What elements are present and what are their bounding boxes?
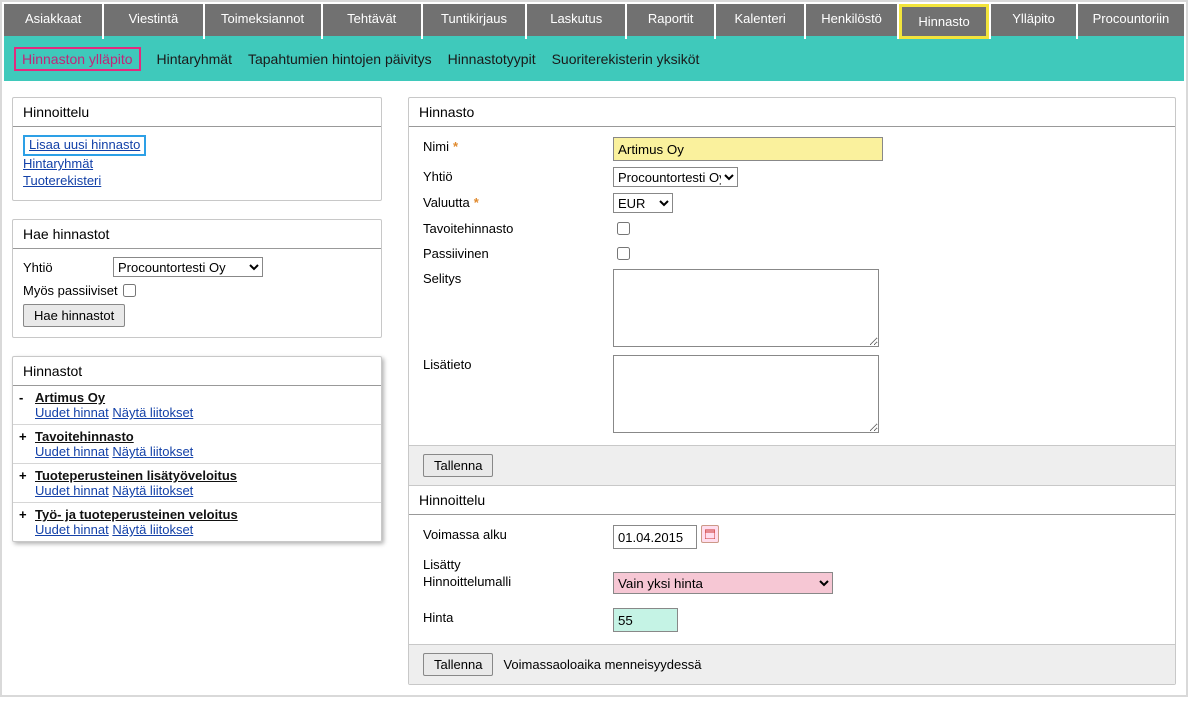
yhtio-select[interactable]: Procountortesti Oy — [613, 167, 738, 187]
tab-tehtävät[interactable]: Tehtävät — [323, 4, 421, 39]
valuutta-select[interactable]: EUR — [613, 193, 673, 213]
valuutta-label: Valuutta — [423, 195, 470, 210]
panel-hinnastot: Hinnastot -Artimus OyUudet hinnat Näytä … — [12, 356, 382, 542]
panel-hae-title: Hae hinnastot — [13, 220, 381, 249]
form-header: Hinnasto — [409, 98, 1175, 127]
hinnasto-title[interactable]: Työ- ja tuoteperusteinen veloitus — [35, 507, 238, 522]
panel-hinnoittelu: Hinnoittelu Lisaa uusi hinnasto Hintaryhm… — [12, 97, 382, 201]
hae-passive-checkbox[interactable] — [123, 284, 136, 297]
lisatieto-label: Lisätieto — [423, 355, 613, 433]
tab-kalenteri[interactable]: Kalenteri — [716, 4, 804, 39]
tavoite-checkbox[interactable] — [617, 222, 630, 235]
voimassa-label: Voimassa alku — [423, 525, 613, 549]
panel-hae-hinnastot: Hae hinnastot Yhtiö Procountortesti Oy M… — [12, 219, 382, 338]
hinnasto-row: -Artimus OyUudet hinnat Näytä liitokset — [13, 386, 381, 425]
subnav-suoriterekisterin-yksiköt[interactable]: Suoriterekisterin yksiköt — [552, 51, 700, 67]
hae-yhtio-select[interactable]: Procountortesti Oy — [113, 257, 263, 277]
lisatieto-textarea[interactable] — [613, 355, 879, 433]
hae-passive-label: Myös passiiviset — [23, 283, 119, 298]
hinnasto-title[interactable]: Tavoitehinnasto — [35, 429, 193, 444]
expand-icon[interactable]: + — [19, 507, 29, 537]
selitys-textarea[interactable] — [613, 269, 879, 347]
yhtio-label: Yhtiö — [423, 167, 613, 187]
link-hintaryhmät[interactable]: Hintaryhmät — [23, 156, 371, 171]
hinnasto-row: + Tuoteperusteinen lisätyöveloitusUudet h… — [13, 464, 381, 503]
tab-procountoriin[interactable]: Procountoriin — [1078, 4, 1184, 39]
link-nayta-liitokset[interactable]: Näytä liitokset — [112, 405, 193, 420]
tab-hinnasto[interactable]: Hinnasto — [899, 4, 990, 39]
expand-icon[interactable]: + — [19, 429, 29, 459]
hae-button[interactable]: Hae hinnastot — [23, 304, 125, 327]
hinnasto-row: + TavoitehinnastoUudet hinnat Näytä liito… — [13, 425, 381, 464]
panel-hinnoittelu-title: Hinnoittelu — [13, 98, 381, 127]
malli-select[interactable]: Vain yksi hinta — [613, 572, 833, 594]
link-nayta-liitokset[interactable]: Näytä liitokset — [112, 522, 193, 537]
expand-icon[interactable]: + — [19, 468, 29, 498]
tab-laskutus[interactable]: Laskutus — [527, 4, 625, 39]
warning-text: Voimassaoloaika menneisyydessä — [503, 657, 701, 672]
link-uudet-hinnat[interactable]: Uudet hinnat — [35, 405, 109, 420]
subnav-hintaryhmät[interactable]: Hintaryhmät — [157, 51, 232, 67]
panel-hinnasto-form: Hinnasto Nimi* Yhtiö Procountortesti Oy … — [408, 97, 1176, 685]
tab-toimeksiannot[interactable]: Toimeksiannot — [205, 4, 321, 39]
tavoite-label: Tavoitehinnasto — [423, 219, 613, 238]
tab-ylläpito[interactable]: Ylläpito — [991, 4, 1076, 39]
subnav-hinnastotyypit[interactable]: Hinnastotyypit — [448, 51, 536, 67]
hinnasto-title[interactable]: Artimus Oy — [35, 390, 193, 405]
calendar-icon[interactable] — [701, 525, 719, 543]
save-button-2[interactable]: Tallenna — [423, 653, 493, 676]
tab-henkilöstö[interactable]: Henkilöstö — [806, 4, 896, 39]
required-icon: * — [470, 195, 479, 210]
subnav-tapahtumien-hintojen-päivitys[interactable]: Tapahtumien hintojen päivitys — [248, 51, 432, 67]
required-icon: * — [449, 139, 458, 154]
subnav-hinnaston-ylläpito[interactable]: Hinnaston ylläpito — [14, 47, 141, 71]
hinta-input[interactable] — [613, 608, 678, 632]
tab-tuntikirjaus[interactable]: Tuntikirjaus — [423, 4, 525, 39]
main-tabs: AsiakkaatViestintäToimeksiannotTehtävätT… — [4, 4, 1184, 39]
nimi-input[interactable] — [613, 137, 883, 161]
link-uudet-hinnat[interactable]: Uudet hinnat — [35, 483, 109, 498]
expand-icon[interactable]: - — [19, 390, 29, 420]
tab-raportit[interactable]: Raportit — [627, 4, 714, 39]
save-button-1[interactable]: Tallenna — [423, 454, 493, 477]
link-nayta-liitokset[interactable]: Näytä liitokset — [112, 444, 193, 459]
malli-label: Hinnoittelumalli — [423, 572, 613, 594]
passive-checkbox[interactable] — [617, 247, 630, 260]
tab-asiakkaat[interactable]: Asiakkaat — [4, 4, 102, 39]
link-tuoterekisteri[interactable]: Tuoterekisteri — [23, 173, 371, 188]
passive-label: Passiivinen — [423, 244, 613, 263]
link-uudet-hinnat[interactable]: Uudet hinnat — [35, 444, 109, 459]
link-lisaa-uusi-hinnasto[interactable]: Lisaa uusi hinnasto — [29, 137, 140, 152]
selitys-label: Selitys — [423, 269, 613, 347]
sub-nav: Hinnaston ylläpito Hintaryhmät Tapahtumien… — [4, 39, 1184, 81]
hinnasto-row: + Työ- ja tuoteperusteinen veloitusUudet … — [13, 503, 381, 541]
panel-hinnastot-title: Hinnastot — [13, 357, 381, 386]
hinnasto-title[interactable]: Tuoteperusteinen lisätyöveloitus — [35, 468, 237, 483]
lisatty-label: Lisätty — [423, 555, 613, 572]
tab-viestintä[interactable]: Viestintä — [104, 4, 202, 39]
pricing-header: Hinnoittelu — [409, 486, 1175, 515]
link-uudet-hinnat[interactable]: Uudet hinnat — [35, 522, 109, 537]
nimi-label: Nimi — [423, 139, 449, 154]
link-nayta-liitokset[interactable]: Näytä liitokset — [112, 483, 193, 498]
voimassa-input[interactable] — [613, 525, 697, 549]
hae-yhtio-label: Yhtiö — [23, 260, 113, 275]
hinta-label: Hinta — [423, 608, 613, 632]
